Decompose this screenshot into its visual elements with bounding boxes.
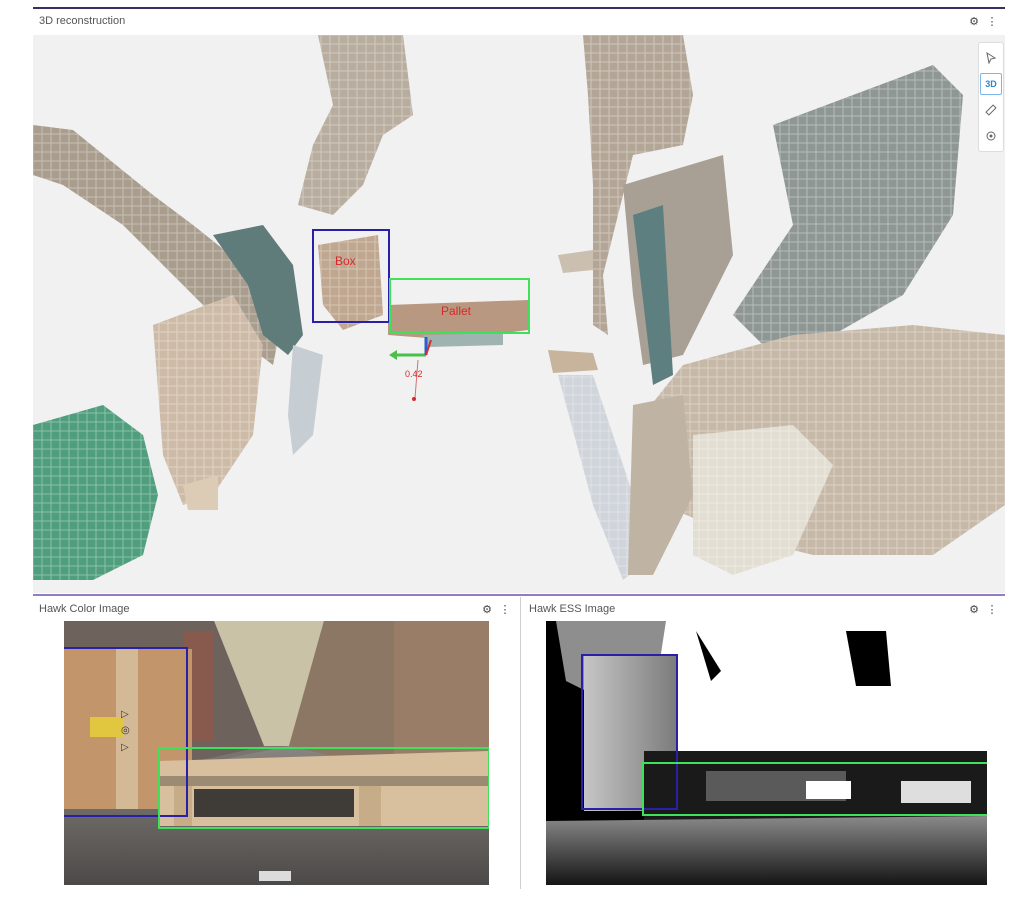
svg-text:▷: ▷ xyxy=(121,742,129,753)
ess-panel-title: Hawk ESS Image xyxy=(529,603,963,615)
target-icon[interactable] xyxy=(980,125,1002,147)
color-camera-image: ▷ ◎ ▷ xyxy=(64,621,489,885)
distance-readout: 0.42 xyxy=(405,369,423,379)
more-vert-icon[interactable]: ⋮ xyxy=(985,603,999,616)
gear-icon[interactable]: ⚙ xyxy=(967,603,981,616)
voxel-cluster xyxy=(548,350,598,373)
more-vert-icon[interactable]: ⋮ xyxy=(498,603,512,616)
reconstruction-panel-header: 3D reconstruction ⚙ ⋮ xyxy=(33,9,1005,33)
gear-icon[interactable]: ⚙ xyxy=(480,603,494,616)
distance-endpoint xyxy=(412,397,416,401)
gear-icon[interactable]: ⚙ xyxy=(967,15,981,28)
voxel-scene: Box Pallet 0.42 xyxy=(33,35,1005,593)
panel-separator xyxy=(33,594,1005,596)
voxel-cluster xyxy=(423,333,503,347)
more-vert-icon[interactable]: ⋮ xyxy=(985,15,999,28)
view-toolbar: 3D xyxy=(978,42,1004,152)
ess-panel-header: Hawk ESS Image ⚙ ⋮ xyxy=(523,597,1005,621)
reconstruction-viewport[interactable]: Box Pallet 0.42 xyxy=(33,35,1005,593)
reconstruction-panel-title: 3D reconstruction xyxy=(39,15,963,27)
ruler-icon[interactable] xyxy=(980,99,1002,121)
robot-pose-axes xyxy=(389,337,431,360)
box-label: Box xyxy=(335,254,356,268)
pointer-icon[interactable] xyxy=(980,47,1002,69)
ess-depth-image xyxy=(546,621,987,885)
view-mode-3d-button[interactable]: 3D xyxy=(980,73,1002,95)
distance-line xyxy=(415,360,418,398)
svg-text:◎: ◎ xyxy=(121,725,130,736)
svg-text:▷: ▷ xyxy=(121,709,129,720)
voxel-cluster xyxy=(288,345,323,455)
color-panel-title: Hawk Color Image xyxy=(39,603,476,615)
voxel-cluster xyxy=(558,250,593,273)
pallet-label: Pallet xyxy=(441,304,472,318)
color-panel-header: Hawk Color Image ⚙ ⋮ xyxy=(33,597,518,621)
panel-divider[interactable] xyxy=(520,597,521,889)
voxel-cluster xyxy=(628,395,693,575)
